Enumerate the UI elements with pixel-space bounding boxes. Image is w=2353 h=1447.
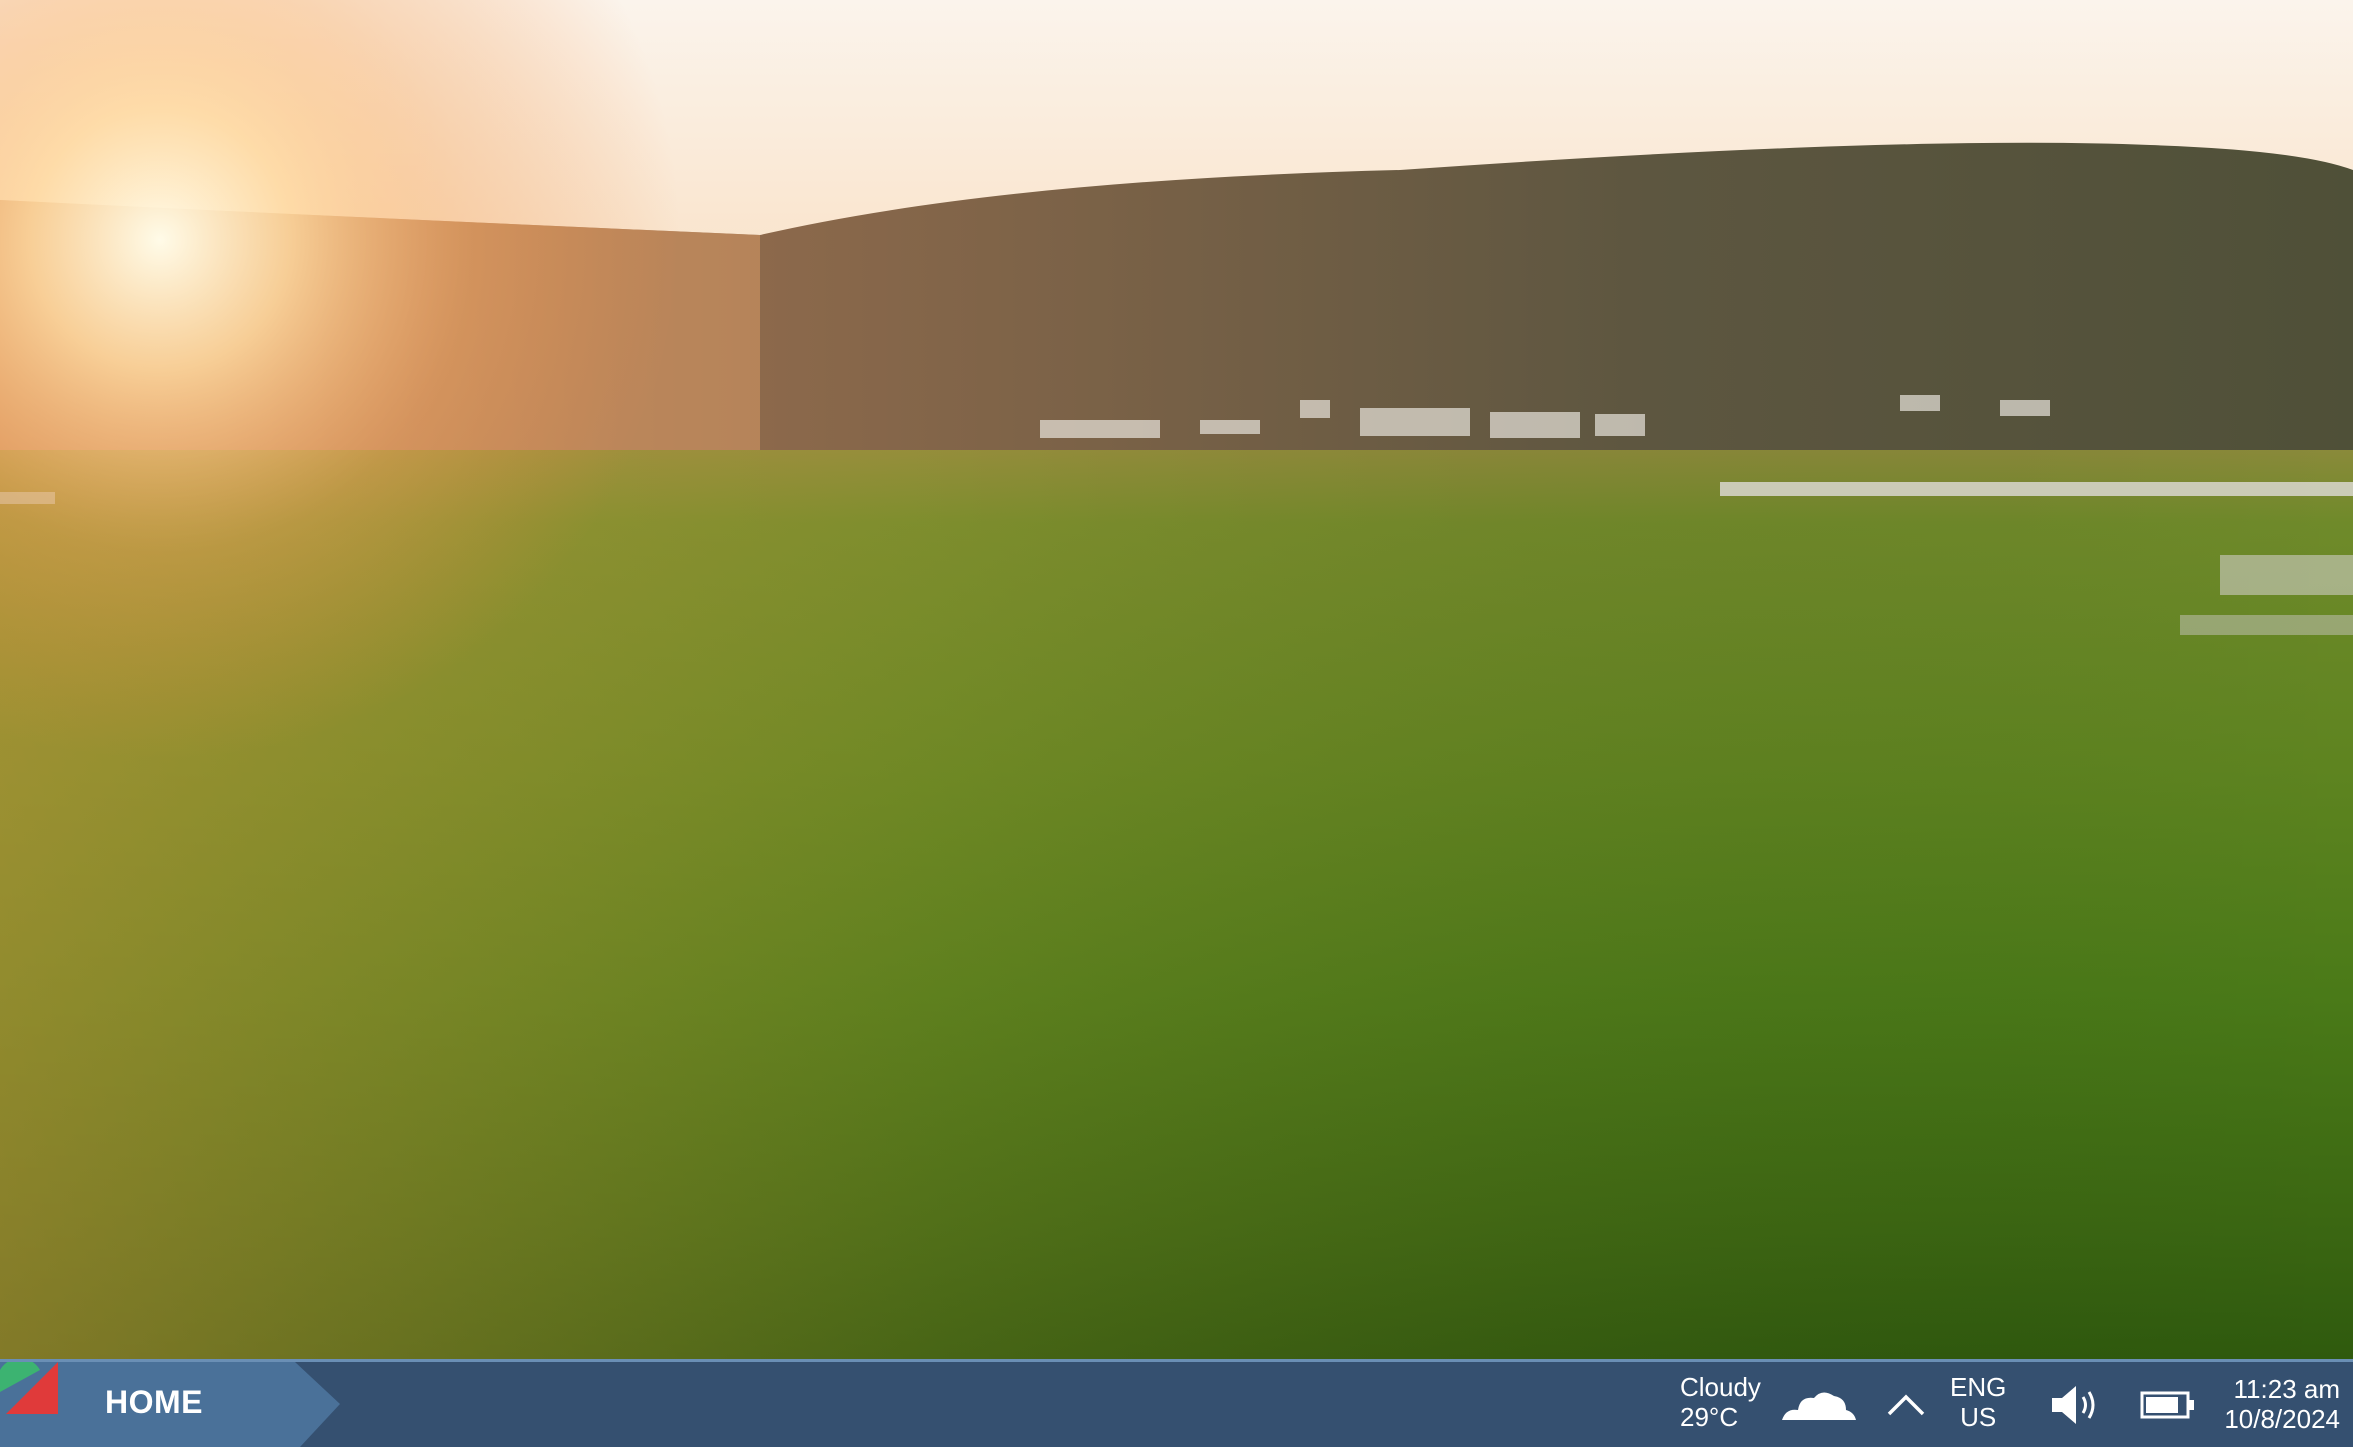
weather-condition: Cloudy: [1680, 1372, 1761, 1402]
home-logo-icon: [0, 1362, 58, 1414]
start-label: HOME: [105, 1384, 203, 1420]
desktop: [0, 0, 2353, 1359]
desktop-wallpaper: [0, 0, 2353, 1359]
battery-icon[interactable]: [2140, 1390, 2196, 1420]
taskbar: HOME Cloudy 29°C ENG US 11:23 am 10/8/20…: [0, 1359, 2353, 1447]
language-line2: US: [1960, 1402, 1997, 1432]
cloud-icon[interactable]: [1780, 1386, 1858, 1422]
system-clock[interactable]: 11:23 am 10/8/2024: [2215, 1374, 2340, 1434]
weather-temperature: 29°C: [1680, 1402, 1739, 1432]
language-indicator[interactable]: ENG US: [1950, 1372, 2006, 1432]
language-line1: ENG: [1950, 1372, 2007, 1402]
chevron-up-icon[interactable]: [1886, 1388, 1926, 1418]
clock-time: 11:23 am: [2233, 1374, 2340, 1404]
start-button[interactable]: HOME: [0, 1362, 340, 1447]
speaker-icon[interactable]: [2050, 1382, 2102, 1428]
clock-date: 10/8/2024: [2224, 1404, 2340, 1434]
weather-widget[interactable]: Cloudy 29°C: [1680, 1372, 1761, 1432]
